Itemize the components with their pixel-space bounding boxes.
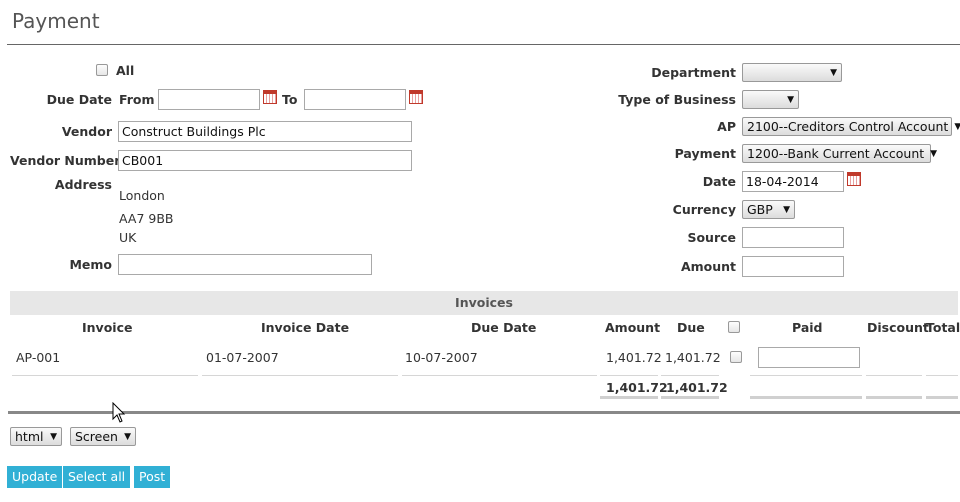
payment-select[interactable]: 1200--Bank Current Account ▼ — [742, 144, 937, 163]
row-divider — [926, 375, 958, 376]
total-underline — [866, 396, 922, 399]
total-underline — [926, 396, 958, 399]
chevron-down-icon: ▼ — [787, 94, 794, 105]
vendor-number-label: Vendor Number — [10, 153, 121, 168]
type-of-business-select[interactable]: ▼ — [742, 90, 799, 109]
cell-amount: 1,401.72 — [606, 350, 662, 365]
currency-select[interactable]: GBP ▼ — [742, 200, 795, 219]
due-date-from-input[interactable] — [158, 89, 260, 110]
amount-label: Amount — [680, 259, 736, 274]
col-header-amount: Amount — [605, 320, 661, 335]
chevron-down-icon: ▼ — [930, 148, 938, 159]
page-title: Payment — [12, 9, 100, 33]
amount-input[interactable] — [742, 256, 844, 277]
mouse-pointer-icon — [112, 402, 126, 423]
row-divider — [12, 375, 198, 376]
type-of-business-label: Type of Business — [618, 92, 736, 107]
memo-input[interactable] — [118, 254, 372, 275]
ap-select[interactable]: 2100--Creditors Control Account ▼ — [742, 117, 960, 136]
address-label: Address — [54, 177, 112, 192]
col-header-discount: Discount — [867, 320, 929, 335]
department-select[interactable]: ▼ — [742, 63, 842, 82]
currency-label: Currency — [672, 202, 736, 217]
total-amount: 1,401.72 — [606, 380, 668, 395]
address-line: UK — [119, 230, 137, 245]
to-label: To — [282, 92, 298, 107]
row-divider — [750, 375, 862, 376]
total-underline — [661, 396, 719, 399]
chevron-down-icon: ▼ — [830, 67, 837, 78]
cell-invoice: AP-001 — [16, 350, 61, 365]
due-date-to-input[interactable] — [304, 89, 406, 110]
invoices-title: Invoices — [455, 295, 513, 310]
date-input[interactable] — [742, 171, 844, 192]
select-all-button[interactable]: Select all — [63, 466, 131, 488]
col-header-paid: Paid — [792, 320, 823, 335]
format-select[interactable]: html ▼ — [10, 427, 62, 446]
payment-value: 1200--Bank Current Account — [747, 146, 925, 161]
col-header-due: Due — [677, 320, 705, 335]
date-label: Date — [702, 174, 736, 189]
address-line: London — [119, 188, 165, 203]
vendor-number-input[interactable] — [118, 150, 412, 171]
cell-invoice-date: 01-07-2007 — [206, 350, 279, 365]
media-select[interactable]: Screen ▼ — [70, 427, 136, 446]
all-label: All — [116, 63, 135, 78]
cell-due: 1,401.72 — [665, 350, 721, 365]
memo-label: Memo — [69, 257, 112, 272]
row-divider — [600, 375, 658, 376]
chevron-down-icon: ▼ — [954, 121, 960, 132]
vendor-label: Vendor — [61, 124, 112, 139]
col-header-due-date: Due Date — [471, 320, 537, 335]
chevron-down-icon: ▼ — [783, 204, 790, 215]
total-underline — [600, 396, 658, 399]
due-date-label: Due Date — [46, 92, 112, 107]
payment-label: Payment — [674, 146, 736, 161]
select-all-invoices-checkbox[interactable] — [728, 321, 740, 333]
col-header-total: Total — [926, 320, 960, 335]
calendar-icon[interactable] — [847, 172, 861, 186]
invoice-row-checkbox[interactable] — [730, 351, 742, 363]
paid-input[interactable] — [758, 347, 860, 368]
address-line: AA7 9BB — [119, 211, 174, 226]
col-header-invoice-date: Invoice Date — [261, 320, 350, 335]
from-label: From — [119, 92, 155, 107]
source-input[interactable] — [742, 227, 844, 248]
currency-value: GBP — [747, 202, 773, 217]
invoices-section-header: Invoices — [10, 291, 958, 315]
col-header-invoice: Invoice — [82, 320, 133, 335]
calendar-icon[interactable] — [409, 90, 423, 104]
row-divider — [866, 375, 922, 376]
media-value: Screen — [75, 429, 118, 444]
row-divider — [202, 375, 398, 376]
all-checkbox[interactable] — [96, 64, 108, 76]
ap-value: 2100--Creditors Control Account — [747, 119, 949, 134]
total-due: 1,401.72 — [666, 380, 728, 395]
source-label: Source — [687, 230, 736, 245]
format-value: html — [15, 429, 44, 444]
cell-due-date: 10-07-2007 — [405, 350, 478, 365]
ap-label: AP — [717, 119, 736, 134]
row-divider — [661, 375, 719, 376]
section-divider — [8, 411, 960, 414]
calendar-icon[interactable] — [263, 90, 277, 104]
chevron-down-icon: ▼ — [124, 431, 131, 442]
total-underline — [750, 396, 862, 399]
row-divider — [402, 375, 597, 376]
chevron-down-icon: ▼ — [50, 431, 57, 442]
title-divider — [7, 44, 960, 45]
update-button[interactable]: Update — [7, 466, 63, 488]
post-button[interactable]: Post — [134, 466, 171, 488]
vendor-input[interactable] — [118, 121, 412, 142]
department-label: Department — [651, 65, 736, 80]
